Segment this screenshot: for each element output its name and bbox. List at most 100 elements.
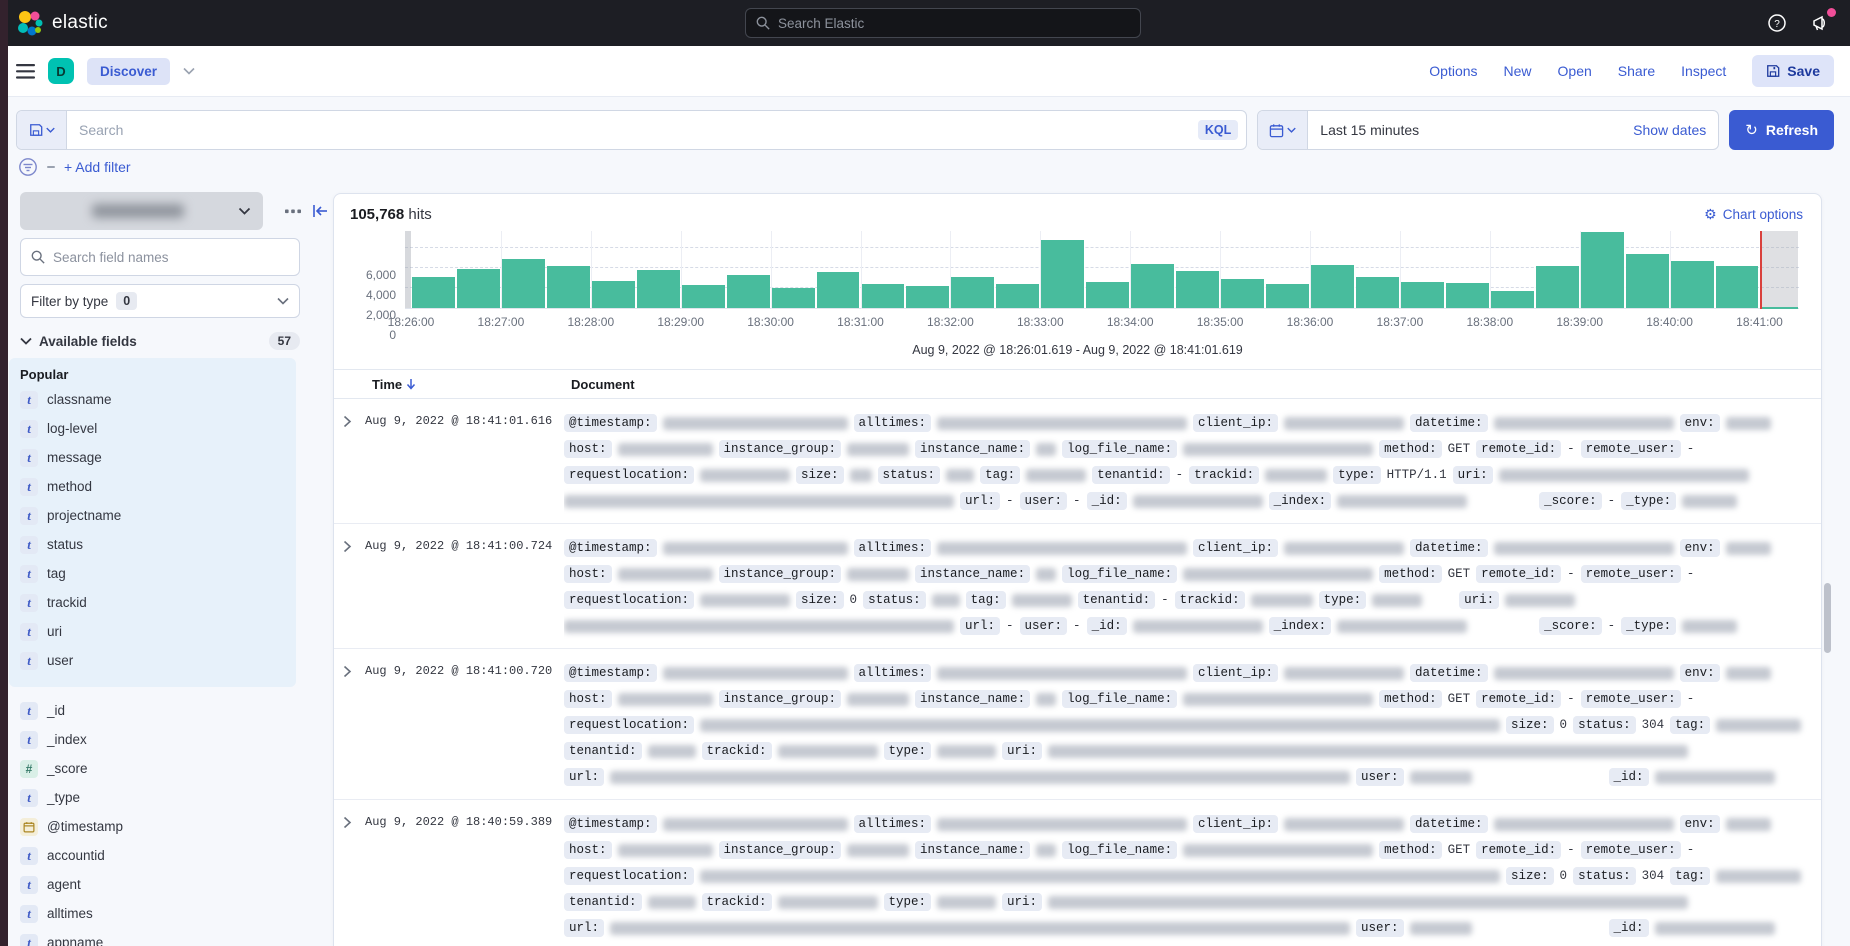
histogram-bar[interactable]	[547, 266, 590, 308]
field-item-accountid[interactable]: taccountid	[9, 841, 333, 870]
histogram-bar[interactable]	[592, 281, 635, 308]
histogram-bar[interactable]	[1716, 266, 1759, 308]
histogram-bar[interactable]	[1356, 277, 1399, 308]
newsfeed-icon[interactable]	[1808, 10, 1834, 36]
save-button[interactable]: Save	[1752, 55, 1834, 87]
hamburger-icon[interactable]	[16, 64, 35, 79]
breadcrumb-discover[interactable]: Discover	[87, 58, 170, 85]
histogram-bar[interactable]	[772, 288, 815, 308]
nav-link-inspect[interactable]: Inspect	[1681, 63, 1726, 79]
doc-field-badge: uri:	[1002, 742, 1042, 760]
histogram-bar[interactable]	[817, 272, 860, 308]
filter-by-type-select[interactable]: Filter by type 0	[20, 284, 300, 318]
show-dates-button[interactable]: Show dates	[1633, 122, 1718, 138]
histogram-bar[interactable]	[457, 269, 500, 308]
refresh-button[interactable]: ↻ Refresh	[1729, 110, 1834, 150]
query-search-input[interactable]	[67, 122, 1198, 138]
field-item-_type[interactable]: t_type	[9, 783, 333, 812]
expand-row-button[interactable]	[334, 410, 365, 514]
field-item-_score[interactable]: #_score	[9, 754, 333, 783]
histogram-bar[interactable]	[727, 275, 770, 308]
kql-badge[interactable]: KQL	[1198, 120, 1238, 140]
histogram-bar[interactable]	[1671, 261, 1714, 308]
add-filter-button[interactable]: + Add filter	[64, 159, 131, 175]
field-item-classname[interactable]: tclassname	[9, 385, 296, 414]
field-item-alltimes[interactable]: talltimes	[9, 899, 333, 928]
table-scrollbar-thumb[interactable]	[1824, 583, 1831, 653]
nav-link-new[interactable]: New	[1504, 63, 1532, 79]
field-item-message[interactable]: tmessage	[9, 443, 296, 472]
filter-in-circle-icon[interactable]	[18, 157, 38, 177]
histogram-bar[interactable]	[1491, 291, 1534, 308]
field-item-_id[interactable]: t_id	[9, 696, 333, 725]
field-item-status[interactable]: tstatus	[9, 530, 296, 559]
histogram-bar[interactable]	[1041, 240, 1084, 308]
available-fields-toggle[interactable]: Available fields 57	[20, 332, 300, 350]
histogram-bar[interactable]	[1131, 264, 1174, 308]
histogram-bar[interactable]	[1401, 282, 1444, 308]
expand-row-button[interactable]	[334, 535, 365, 639]
doc-field-badge: _index:	[1269, 492, 1332, 510]
histogram-bar[interactable]	[862, 284, 905, 308]
doc-field-badge: status:	[1573, 716, 1636, 734]
field-item-method[interactable]: tmethod	[9, 472, 296, 501]
expand-row-button[interactable]	[334, 660, 365, 790]
field-item-@timestamp[interactable]: @timestamp	[9, 812, 333, 841]
elastic-logo[interactable]: elastic	[16, 10, 108, 37]
histogram-bar[interactable]	[1626, 254, 1669, 308]
time-column-header[interactable]: Time	[372, 377, 571, 392]
doc-field-badge: url:	[564, 768, 604, 786]
histogram-bar[interactable]	[682, 285, 725, 309]
field-item-tag[interactable]: ttag	[9, 559, 296, 588]
field-item-agent[interactable]: tagent	[9, 870, 333, 899]
breadcrumb-chevron-icon[interactable]	[183, 67, 195, 75]
x-tick-label: 18:36:00	[1287, 315, 1334, 329]
field-item-trackid[interactable]: ttrackid	[9, 588, 296, 617]
histogram-bar[interactable]	[412, 277, 455, 308]
nav-link-open[interactable]: Open	[1558, 63, 1592, 79]
histogram-bar[interactable]	[1176, 271, 1219, 308]
field-item-projectname[interactable]: tprojectname	[9, 501, 296, 530]
field-item-user[interactable]: tuser	[9, 646, 296, 675]
help-icon[interactable]: ?	[1764, 10, 1790, 36]
histogram-bar[interactable]	[502, 259, 545, 308]
histogram-bar[interactable]	[637, 270, 680, 309]
field-options-button[interactable]	[279, 197, 306, 225]
nav-link-options[interactable]: Options	[1429, 63, 1477, 79]
histogram-bar[interactable]	[1266, 284, 1309, 308]
histogram-bar[interactable]	[1581, 232, 1624, 308]
histogram-bar[interactable]	[1446, 283, 1489, 308]
expand-row-button[interactable]	[334, 811, 365, 941]
redacted-value	[700, 469, 790, 482]
doc-field-value: GET	[1448, 442, 1471, 456]
time-range-label[interactable]: Last 15 minutes	[1308, 122, 1419, 138]
field-item-log-level[interactable]: tlog-level	[9, 414, 296, 443]
histogram-bar[interactable]	[996, 284, 1039, 308]
histogram-bar[interactable]	[1086, 282, 1129, 308]
histogram-bar[interactable]	[1536, 266, 1579, 308]
redacted-value	[932, 594, 960, 607]
global-search-input[interactable]	[778, 16, 1130, 31]
doc-field-value: -	[1567, 567, 1575, 581]
field-item-uri[interactable]: turi	[9, 617, 296, 646]
field-item-appname[interactable]: tappname	[9, 928, 333, 946]
space-avatar[interactable]: D	[48, 58, 74, 84]
index-pattern-selector[interactable]	[20, 192, 263, 230]
histogram-bar[interactable]	[951, 277, 994, 308]
saved-query-menu-button[interactable]	[17, 111, 67, 149]
histogram-bar[interactable]	[906, 286, 949, 309]
chart-options-button[interactable]: ⚙ Chart options	[1704, 206, 1803, 223]
global-search[interactable]	[745, 8, 1141, 38]
field-search-input[interactable]	[53, 250, 289, 265]
redacted-value	[847, 693, 909, 706]
redacted-value	[1682, 620, 1737, 633]
nav-link-share[interactable]: Share	[1618, 63, 1655, 79]
collapse-sidebar-button[interactable]	[306, 197, 333, 225]
doc-field-badge: size:	[796, 466, 844, 484]
date-quick-select-button[interactable]	[1258, 111, 1308, 149]
field-item-_index[interactable]: t_index	[9, 725, 333, 754]
histogram-bar[interactable]	[1311, 265, 1354, 308]
histogram-bar[interactable]	[1221, 279, 1264, 308]
doc-summary: @timestamp:alltimes:client_ip:datetime:e…	[564, 660, 1821, 790]
doc-field-badge: client_ip:	[1193, 664, 1278, 682]
